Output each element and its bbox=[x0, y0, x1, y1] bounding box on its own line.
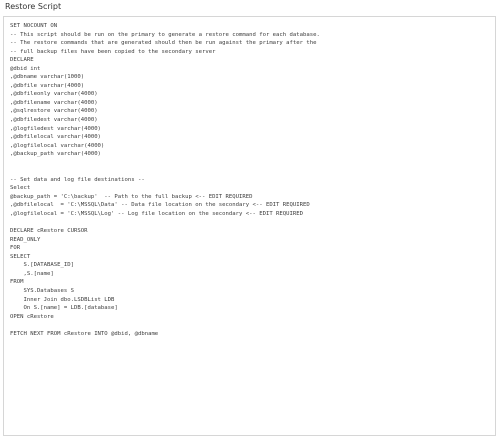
page-title: Restore Script bbox=[5, 2, 62, 11]
code-line: SELECT bbox=[10, 253, 31, 260]
code-line: ,@logfilelocal = 'C:\MSSQL\Log' -- Log f… bbox=[10, 211, 303, 218]
code-line: ,@sqlrestore varchar(4000) bbox=[10, 108, 98, 115]
code-line: FOR bbox=[10, 245, 21, 252]
code-line: ,@dbfileonly varchar(4000) bbox=[10, 91, 98, 98]
code-line: FROM bbox=[10, 279, 24, 286]
code-line: ,@logfiledest varchar(4000) bbox=[10, 125, 101, 132]
code-line: -- full backup files have been copied to… bbox=[10, 48, 216, 55]
code-line: OPEN cRestore bbox=[10, 313, 54, 320]
code-line: DECLARE cRestore CURSOR bbox=[10, 228, 88, 235]
code-content[interactable]: SET NOCOUNT ON -- This script should be r… bbox=[10, 22, 320, 338]
code-line: DECLARE bbox=[10, 57, 34, 64]
code-block[interactable]: SET NOCOUNT ON -- This script should be r… bbox=[3, 16, 496, 436]
code-line: ,@dbname varchar(1000) bbox=[10, 74, 85, 81]
code-line: FETCH NEXT FROM cRestore INTO @dbid, @db… bbox=[10, 330, 159, 337]
code-line: ,@dbfilelocal varchar(4000) bbox=[10, 134, 101, 141]
code-line: Inner Join dbo.LSDBList LDB bbox=[10, 296, 115, 303]
code-line: -- This script should be run on the prim… bbox=[10, 31, 320, 38]
code-line: ,@dbfiledest varchar(4000) bbox=[10, 117, 98, 124]
code-line: SYS.Databases S bbox=[10, 287, 74, 294]
code-line: @backup_path = 'C:\backup' -- Path to th… bbox=[10, 193, 253, 200]
code-line: ,@dbfile varchar(4000) bbox=[10, 82, 85, 89]
code-line: On S.[name] = LDB.[database] bbox=[10, 305, 118, 312]
code-line: ,@dbfilename varchar(4000) bbox=[10, 99, 98, 106]
code-line: ,S.[name] bbox=[10, 270, 54, 277]
code-line: S.[DATABASE_ID] bbox=[10, 262, 74, 269]
code-line: ,@logfilelocal varchar(4000) bbox=[10, 142, 105, 149]
code-line: READ_ONLY bbox=[10, 236, 41, 243]
code-line: ,@dbfilelocal = 'C:\MSSQL\Data' -- Data … bbox=[10, 202, 310, 209]
code-line: Select bbox=[10, 185, 31, 192]
code-line: -- The restore commands that are generat… bbox=[10, 40, 317, 47]
code-line: @dbid int bbox=[10, 65, 41, 72]
code-line: -- Set data and log file destinations -- bbox=[10, 176, 145, 183]
code-line: ,@backup_path varchar(4000) bbox=[10, 151, 101, 158]
code-line: SET NOCOUNT ON bbox=[10, 23, 58, 29]
